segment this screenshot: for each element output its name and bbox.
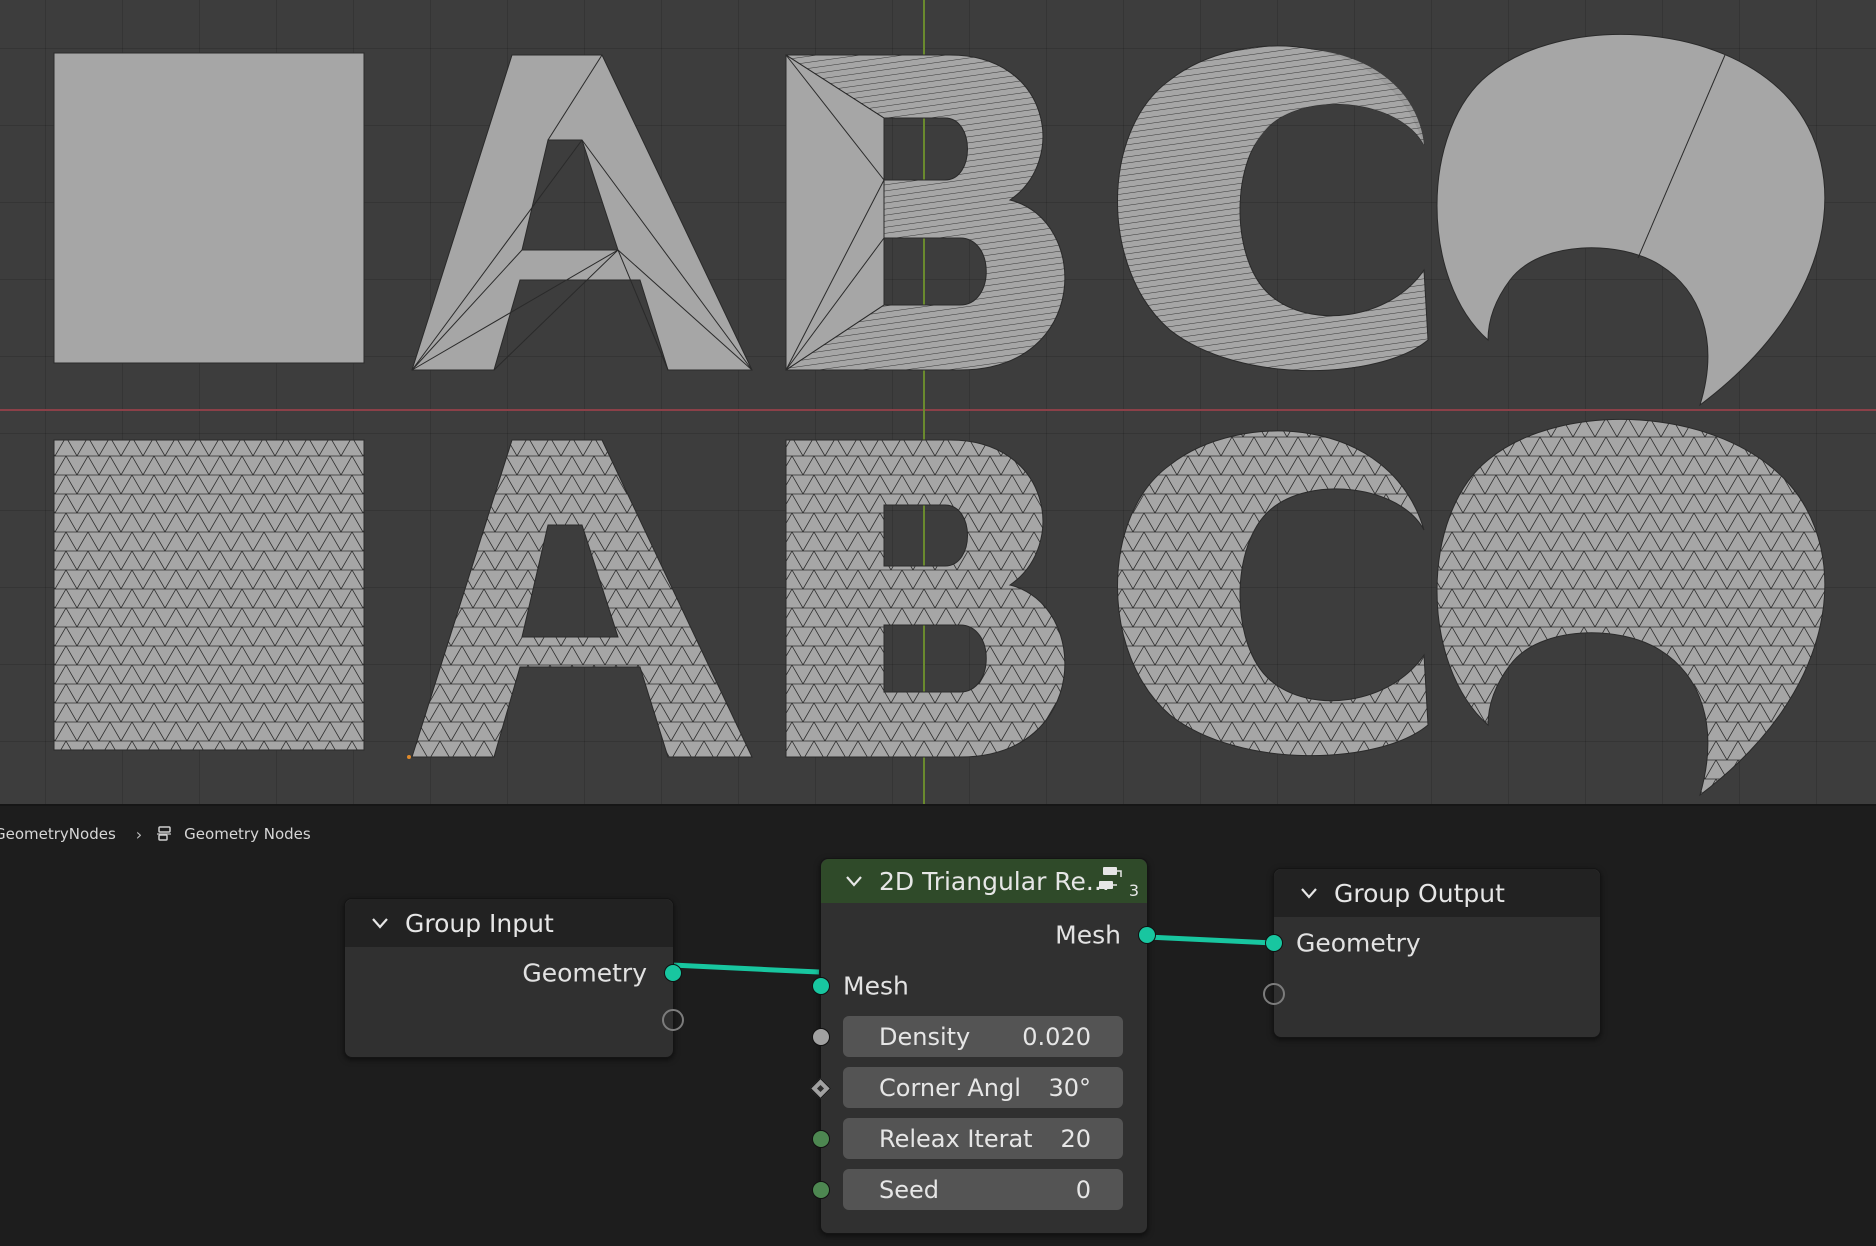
group-input-geometry-label: Geometry	[522, 958, 647, 987]
bottom-letter-a-mesh	[411, 439, 753, 758]
empty-input-socket[interactable]	[1263, 983, 1285, 1005]
remesh-corner-angle-row: Corner Angl 30°	[809, 1062, 1147, 1113]
relax-iterations-input-socket[interactable]	[812, 1129, 830, 1148]
seed-label: Seed	[879, 1175, 939, 1204]
group-output-geometry-input: Geometry	[1265, 917, 1600, 968]
relax-iterations-field[interactable]: Releax Iterat 20	[843, 1118, 1123, 1159]
group-input-node[interactable]: Group Input Geometry	[344, 898, 684, 1058]
top-letter-a-mesh	[411, 54, 753, 371]
remesh-mesh-output: Mesh	[821, 909, 1156, 960]
seed-input-socket[interactable]	[812, 1180, 830, 1199]
density-field[interactable]: Density 0.020	[843, 1016, 1123, 1057]
remesh-header[interactable]: 2D Triangular Re... 3	[821, 859, 1147, 903]
corner-angle-field[interactable]: Corner Angl 30°	[843, 1067, 1123, 1108]
top-pacman-mesh	[1436, 34, 1826, 407]
remesh-mesh-input: Mesh	[812, 960, 1147, 1011]
seed-value: 0	[1075, 1175, 1091, 1204]
remesh-seed-row: Seed 0	[812, 1164, 1147, 1215]
chevron-down-icon[interactable]	[1300, 887, 1318, 899]
bottom-letter-c-mesh	[1117, 430, 1429, 757]
seed-field[interactable]: Seed 0	[843, 1169, 1123, 1210]
relax-iterations-value: 20	[1060, 1124, 1091, 1153]
remesh-mesh-output-label: Mesh	[1055, 920, 1121, 949]
chevron-down-icon[interactable]	[371, 917, 389, 929]
chevron-down-icon[interactable]	[845, 875, 863, 887]
geometry-output-socket[interactable]	[664, 963, 682, 982]
mesh-output-socket[interactable]	[1138, 925, 1156, 944]
user-count: 3	[1128, 881, 1139, 900]
link-group-input-to-remesh[interactable]	[671, 962, 820, 975]
relax-iterations-label: Releax Iterat	[879, 1124, 1033, 1153]
group-input-empty-row	[345, 998, 684, 1042]
group-output-empty-row	[1263, 968, 1600, 1020]
remesh-title: 2D Triangular Re...	[879, 866, 1110, 896]
group-output-header[interactable]: Group Output	[1274, 869, 1600, 917]
corner-angle-value: 30°	[1048, 1073, 1091, 1102]
top-square-mesh	[53, 52, 365, 364]
origin-dot	[407, 755, 411, 759]
empty-output-socket[interactable]	[662, 1009, 684, 1031]
remesh-relax-iterations-row: Releax Iterat 20	[812, 1113, 1147, 1164]
top-letter-c-mesh	[1117, 45, 1429, 372]
3d-viewport[interactable]	[0, 0, 1876, 804]
remesh-mesh-input-label: Mesh	[843, 971, 909, 1000]
link-remesh-to-group-output[interactable]	[1146, 934, 1274, 946]
group-output-geometry-label: Geometry	[1296, 928, 1421, 957]
remesh-density-row: Density 0.020	[812, 1011, 1147, 1062]
group-input-header[interactable]: Group Input	[345, 899, 673, 947]
mesh-objects[interactable]	[0, 0, 1876, 804]
triangular-remesh-node[interactable]: 2D Triangular Re... 3 Mesh Mesh Density …	[809, 858, 1156, 1234]
density-value: 0.020	[1022, 1022, 1091, 1051]
group-input-geometry-output: Geometry	[345, 947, 682, 998]
bottom-square-mesh	[53, 439, 365, 751]
group-input-title: Group Input	[405, 908, 554, 938]
mesh-input-socket[interactable]	[812, 976, 830, 995]
density-input-socket[interactable]	[812, 1027, 830, 1046]
corner-angle-label: Corner Angl	[879, 1073, 1021, 1102]
bottom-letter-b-mesh	[785, 439, 1066, 758]
bottom-pacman-mesh	[1436, 419, 1826, 797]
top-letter-b-mesh	[785, 54, 1066, 371]
density-label: Density	[879, 1022, 971, 1051]
geometry-input-socket[interactable]	[1265, 933, 1283, 952]
group-output-title: Group Output	[1334, 878, 1505, 908]
node-editor[interactable]: GeometryNodes › Geometry Nodes Group Inp…	[0, 804, 1876, 1246]
group-output-node[interactable]: Group Output Geometry	[1263, 868, 1601, 1038]
